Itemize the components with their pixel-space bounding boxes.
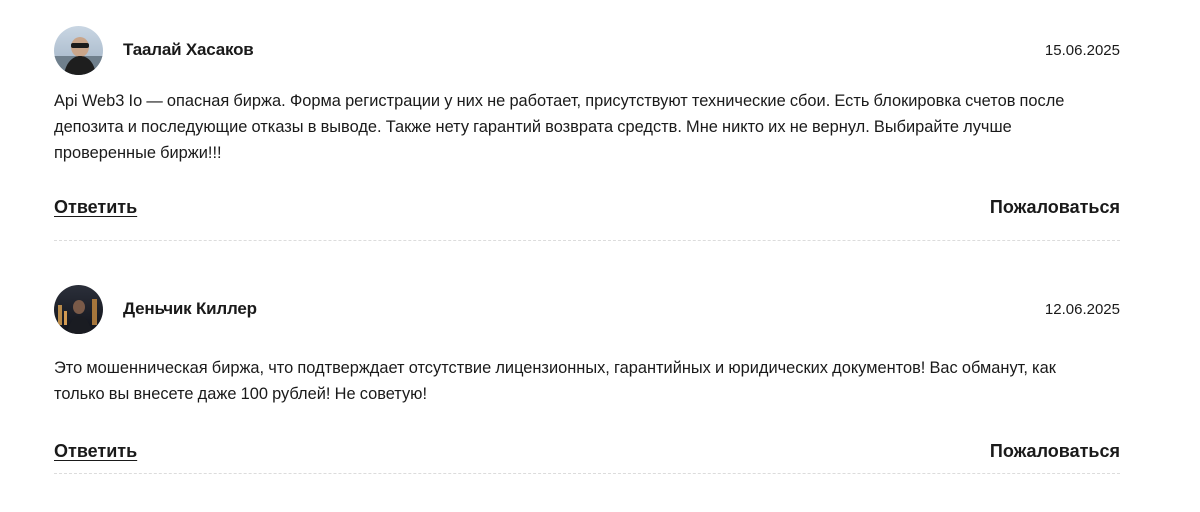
comment-item: Деньчик Киллер 12.06.2025 Это мошенничес… [54, 285, 1120, 474]
divider [54, 240, 1120, 241]
reply-link[interactable]: Ответить [54, 441, 137, 462]
comment-actions: Ответить Пожаловаться [54, 197, 1120, 227]
report-link[interactable]: Пожаловаться [990, 197, 1120, 218]
reply-link[interactable]: Ответить [54, 197, 137, 218]
comment-header: Деньчик Киллер 12.06.2025 [54, 285, 1120, 335]
comment-text: Api Web3 Io — опасная биржа. Форма регис… [54, 92, 1065, 162]
comment-date: 15.06.2025 [1044, 42, 1120, 59]
avatar[interactable] [54, 285, 103, 334]
author-name: Таалай Хасаков [123, 40, 254, 59]
divider [54, 473, 1120, 474]
author-name: Деньчик Киллер [123, 299, 257, 318]
comment-header: Таалай Хасаков 15.06.2025 [54, 26, 1120, 76]
comments-list: Таалай Хасаков 15.06.2025 Api Web3 Io — … [0, 0, 1200, 512]
comment-actions: Ответить Пожаловаться [54, 441, 1120, 471]
user-photo-avatar-icon [54, 26, 103, 75]
avatar[interactable] [54, 26, 103, 75]
comment-date: 12.06.2025 [1044, 301, 1120, 318]
comment-item: Таалай Хасаков 15.06.2025 Api Web3 Io — … [54, 26, 1120, 241]
comment-text: Это мошенническая биржа, что подтверждае… [54, 359, 1056, 403]
report-link[interactable]: Пожаловаться [990, 441, 1120, 462]
user-photo-avatar-icon [54, 285, 103, 334]
